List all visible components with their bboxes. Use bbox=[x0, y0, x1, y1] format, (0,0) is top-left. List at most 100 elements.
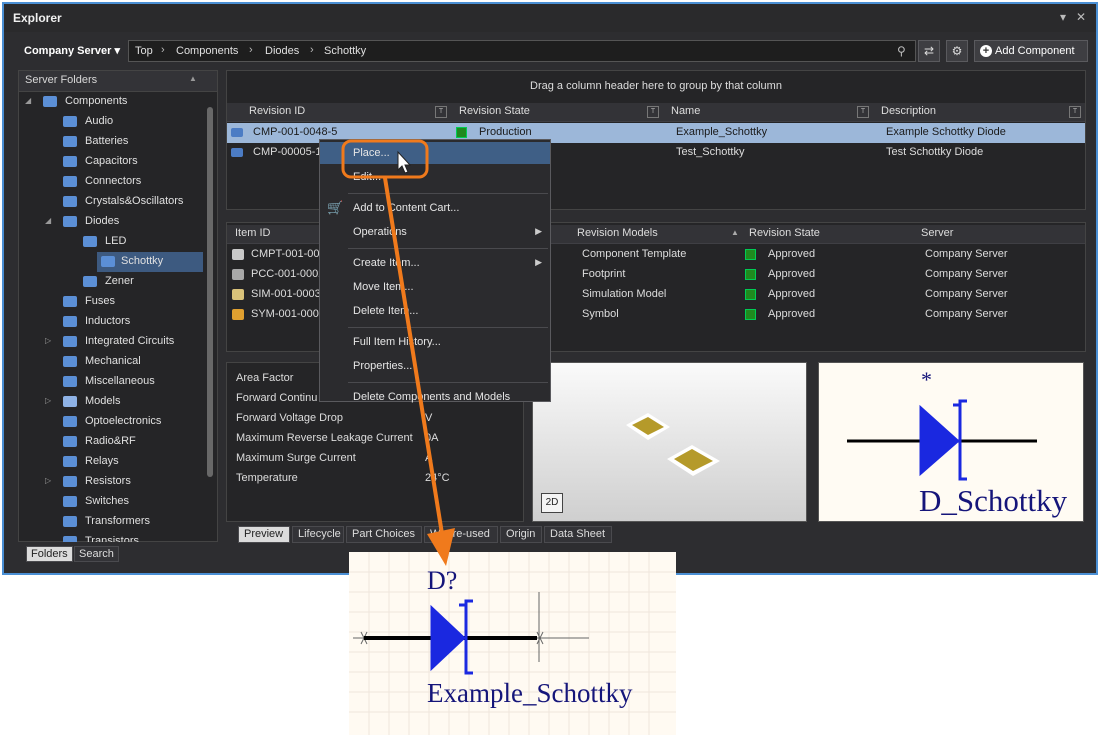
col-item-id[interactable]: Item ID bbox=[235, 227, 270, 239]
context-menu-list: Place... Edit... Add to Content Cart... 🛒 Op… bbox=[320, 140, 550, 403]
model-server: Company Server bbox=[925, 288, 1008, 300]
col-revision-state[interactable]: Revision State bbox=[749, 227, 820, 239]
col-name[interactable]: Name bbox=[671, 105, 700, 117]
symbol-preview[interactable]: * D_Schottky bbox=[818, 362, 1084, 522]
expand-arrow-icon[interactable]: ▷ bbox=[45, 476, 51, 485]
tab-lifecycle[interactable]: Lifecycle bbox=[292, 526, 344, 543]
footprint-3d-preview[interactable]: 2D bbox=[532, 362, 807, 522]
close-icon[interactable]: ✕ bbox=[1076, 10, 1086, 24]
component-folder-icon bbox=[63, 496, 77, 507]
menu-item-label: Create Item... bbox=[353, 257, 420, 269]
menu-item-operations[interactable]: Operations ▶ bbox=[320, 221, 550, 243]
settings-button[interactable]: ⚙ bbox=[946, 40, 968, 62]
tree-item[interactable]: ▷ Integrated Circuits bbox=[19, 332, 205, 352]
tree-item[interactable]: ▷ Resistors bbox=[19, 472, 205, 492]
breadcrumb-diodes[interactable]: Diodes bbox=[265, 45, 299, 57]
parameter-name: Forward Continu bbox=[236, 392, 318, 404]
component-folder-icon bbox=[63, 296, 77, 307]
breadcrumb-separator: › bbox=[161, 44, 165, 56]
menu-item-properties[interactable]: Properties... bbox=[320, 355, 550, 377]
parameter-row: Forward Voltage Drop V bbox=[227, 409, 523, 429]
component-folder-icon bbox=[101, 256, 115, 267]
tab-part-choices[interactable]: Part Choices bbox=[346, 526, 422, 543]
filter-icon[interactable]: T bbox=[1069, 106, 1081, 118]
refresh-button[interactable]: ⇄ bbox=[918, 40, 940, 62]
tree-item[interactable]: Inductors bbox=[19, 312, 205, 332]
col-revision-id[interactable]: Revision ID bbox=[249, 105, 305, 117]
tree-item[interactable]: ◢ Diodes bbox=[19, 212, 205, 232]
tree-item[interactable]: Radio&RF bbox=[19, 432, 205, 452]
server-dropdown[interactable]: Company Server ▾ bbox=[24, 44, 120, 57]
menu-item-delete-item[interactable]: Delete Item... bbox=[320, 300, 550, 322]
tree-item[interactable]: ◢ Components bbox=[19, 92, 205, 112]
tab-data-sheet[interactable]: Data Sheet bbox=[544, 526, 612, 543]
component-folder-icon bbox=[63, 316, 77, 327]
tab-where-used[interactable]: Where-used bbox=[424, 526, 498, 543]
tree-item[interactable]: Audio bbox=[19, 112, 205, 132]
col-server[interactable]: Server bbox=[921, 227, 953, 239]
component-description: Example Schottky Diode bbox=[886, 126, 1006, 138]
component-name: Test_Schottky bbox=[676, 146, 745, 158]
tab-preview[interactable]: Preview bbox=[238, 526, 290, 543]
expand-arrow-icon[interactable]: ▷ bbox=[45, 336, 51, 345]
component-folder-icon bbox=[63, 516, 77, 527]
menu-item-full-item-history[interactable]: Full Item History... bbox=[320, 331, 550, 353]
breadcrumb-schottky[interactable]: Schottky bbox=[324, 45, 366, 57]
tree-item[interactable]: Relays bbox=[19, 452, 205, 472]
col-revision-state[interactable]: Revision State bbox=[459, 105, 530, 117]
menu-item-add-to-content-cart[interactable]: Add to Content Cart... 🛒 bbox=[320, 197, 550, 219]
tree-item-label: Mechanical bbox=[85, 355, 141, 367]
placed-designator: D? bbox=[427, 566, 458, 595]
tree-item[interactable]: LED bbox=[19, 232, 205, 252]
tree-item[interactable]: Schottky bbox=[97, 252, 203, 272]
menu-item-delete-components-and-models[interactable]: Delete Components and Models bbox=[320, 386, 550, 408]
tree-item-label: Diodes bbox=[85, 215, 120, 227]
parameter-value: V bbox=[425, 412, 433, 424]
tree-item[interactable]: Switches bbox=[19, 492, 205, 512]
tree-item[interactable]: Connectors bbox=[19, 172, 205, 192]
filter-icon[interactable]: T bbox=[435, 106, 447, 118]
tab-folders[interactable]: Folders bbox=[26, 546, 73, 562]
col-description[interactable]: Description bbox=[881, 105, 936, 117]
menu-item-label: Delete Components and Models bbox=[353, 391, 511, 403]
tree-item[interactable]: Zener bbox=[19, 272, 205, 292]
component-folder-icon bbox=[63, 376, 77, 387]
tree-item[interactable]: Transformers bbox=[19, 512, 205, 532]
add-component-button[interactable]: + Add Component bbox=[974, 40, 1088, 62]
tree-item[interactable]: Transistors bbox=[19, 532, 205, 542]
tree-item[interactable]: Crystals&Oscillators bbox=[19, 192, 205, 212]
collapse-arrow-icon[interactable]: ◢ bbox=[25, 96, 31, 105]
tree-item[interactable]: Optoelectronics bbox=[19, 412, 205, 432]
menu-item-edit[interactable]: Edit... bbox=[320, 166, 550, 188]
menu-item-create-item[interactable]: Create Item... ▶ bbox=[320, 252, 550, 274]
tree-item[interactable]: Mechanical bbox=[19, 352, 205, 372]
col-revision-models[interactable]: Revision Models bbox=[577, 227, 658, 239]
refresh-icon: ⇄ bbox=[923, 44, 935, 58]
tree-item[interactable]: ▷ Models bbox=[19, 392, 205, 412]
model-state: Approved bbox=[768, 288, 816, 300]
component-folder-icon bbox=[63, 216, 77, 227]
expand-arrow-icon[interactable]: ▷ bbox=[45, 396, 51, 405]
tree-item-label: Integrated Circuits bbox=[85, 335, 175, 347]
pin-icon[interactable]: ▾ bbox=[1060, 10, 1066, 24]
tab-search[interactable]: Search bbox=[74, 546, 119, 562]
filter-icon[interactable]: T bbox=[647, 106, 659, 118]
component-description: Test Schottky Diode bbox=[886, 146, 984, 158]
model-server: Company Server bbox=[925, 248, 1008, 260]
tree-item[interactable]: Batteries bbox=[19, 132, 205, 152]
parameter-value: 0A bbox=[425, 432, 439, 444]
tab-origin[interactable]: Origin bbox=[500, 526, 542, 543]
breadcrumb-top[interactable]: Top bbox=[135, 45, 153, 57]
search-icon[interactable]: ⚲ bbox=[897, 44, 906, 58]
breadcrumb-components[interactable]: Components bbox=[176, 45, 238, 57]
scroll-up-icon[interactable]: ▲ bbox=[189, 74, 197, 83]
2d-toggle-button[interactable]: 2D bbox=[541, 493, 563, 513]
tree-scrollbar[interactable] bbox=[207, 107, 213, 477]
menu-item-place[interactable]: Place... bbox=[320, 142, 550, 164]
tree-item[interactable]: Fuses bbox=[19, 292, 205, 312]
tree-item[interactable]: Miscellaneous bbox=[19, 372, 205, 392]
collapse-arrow-icon[interactable]: ◢ bbox=[45, 216, 51, 225]
tree-item[interactable]: Capacitors bbox=[19, 152, 205, 172]
filter-icon[interactable]: T bbox=[857, 106, 869, 118]
menu-item-move-item[interactable]: Move Item... bbox=[320, 276, 550, 298]
